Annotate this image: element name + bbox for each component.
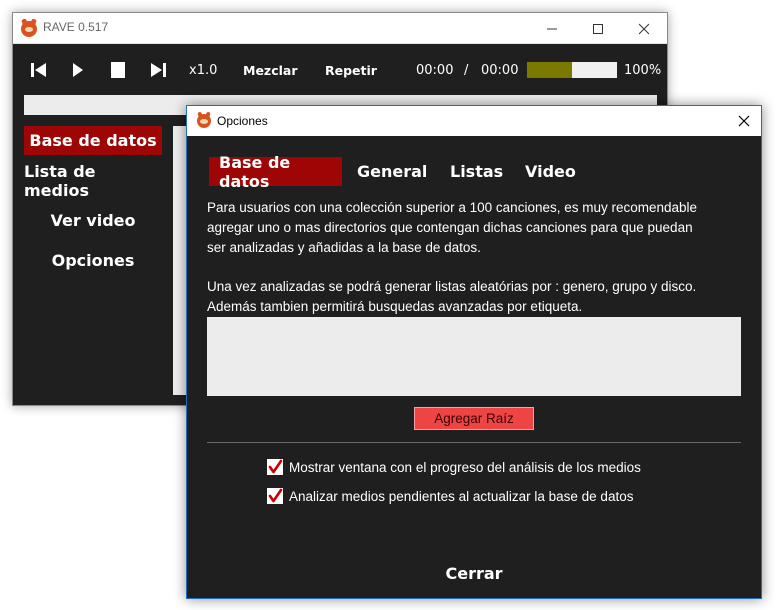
close-window-button[interactable]: [621, 13, 667, 44]
checkbox-analyze-pending-label: Analizar medios pendientes al actualizar…: [289, 488, 634, 504]
dialog-titlebar: Opciones: [187, 106, 761, 136]
description-paragraph-1: Para usuarios con una colección superior…: [207, 198, 747, 258]
close-icon: [738, 115, 750, 127]
sidebar-item-media-list[interactable]: Lista de medios: [24, 162, 162, 200]
volume-slider[interactable]: [527, 62, 617, 78]
volume-level: [527, 62, 572, 78]
shuffle-button[interactable]: Mezclar: [243, 63, 298, 78]
description-line: agregar uno o mas directorios que conten…: [207, 220, 693, 235]
description-line: Una vez analizadas se podrá generar list…: [207, 279, 697, 294]
main-titlebar: RAVE 0.517: [13, 13, 667, 44]
minimize-icon: [547, 28, 557, 29]
tab-lists[interactable]: Listas: [440, 157, 513, 186]
dialog-logo-icon: [197, 114, 211, 128]
speed-button[interactable]: x1.0: [189, 63, 217, 78]
checkmark-icon: [268, 459, 283, 474]
close-icon: [638, 23, 650, 34]
checkbox-analyze-pending-box[interactable]: [267, 488, 283, 504]
description-line: ser analizadas y añadidas a la base de d…: [207, 240, 481, 255]
sidebar-item-database[interactable]: Base de datos: [24, 126, 162, 155]
description-paragraph-2: Una vez analizadas se podrá generar list…: [207, 277, 747, 317]
divider: [207, 442, 741, 443]
volume-percent: 100%: [624, 63, 662, 78]
sidebar-item-options[interactable]: Opciones: [24, 246, 162, 275]
player-controls: x1.0 Mezclar Repetir 00:00 / 00:00 100%: [13, 45, 667, 95]
time-total: 00:00: [481, 63, 519, 78]
previous-track-icon[interactable]: [29, 61, 49, 79]
directory-list[interactable]: [207, 317, 741, 396]
dialog-close-button[interactable]: [731, 108, 757, 134]
maximize-icon: [593, 23, 603, 34]
minimize-button[interactable]: [529, 13, 575, 44]
time-current: 00:00: [416, 63, 454, 78]
app-logo-icon: [21, 21, 37, 37]
tab-general[interactable]: General: [347, 157, 437, 186]
close-dialog-button[interactable]: Cerrar: [434, 561, 514, 585]
add-root-button[interactable]: Agregar Raíz: [414, 407, 534, 430]
checkbox-show-progress-label: Mostrar ventana con el progreso del anál…: [289, 459, 641, 475]
description-line: Para usuarios con una colección superior…: [207, 200, 698, 215]
checkbox-show-progress[interactable]: Mostrar ventana con el progreso del anál…: [267, 457, 641, 477]
checkbox-analyze-pending[interactable]: Analizar medios pendientes al actualizar…: [267, 486, 633, 506]
sidebar-item-view-video[interactable]: Ver video: [24, 206, 162, 235]
stop-icon[interactable]: [108, 61, 128, 79]
tab-video[interactable]: Video: [515, 157, 586, 186]
repeat-button[interactable]: Repetir: [325, 63, 377, 78]
options-dialog: Opciones Base de datos General Listas Vi…: [186, 105, 762, 599]
tab-database[interactable]: Base de datos: [209, 153, 342, 191]
checkmark-icon: [268, 488, 283, 503]
maximize-button[interactable]: [575, 13, 621, 44]
next-track-icon[interactable]: [148, 61, 168, 79]
main-window-title: RAVE 0.517: [43, 20, 109, 34]
description-line: Además tambien permitirá busquedas avanz…: [207, 299, 583, 314]
dialog-title: Opciones: [217, 114, 268, 128]
checkbox-show-progress-box[interactable]: [267, 459, 283, 475]
time-separator: /: [464, 63, 469, 78]
play-icon[interactable]: [67, 61, 87, 79]
